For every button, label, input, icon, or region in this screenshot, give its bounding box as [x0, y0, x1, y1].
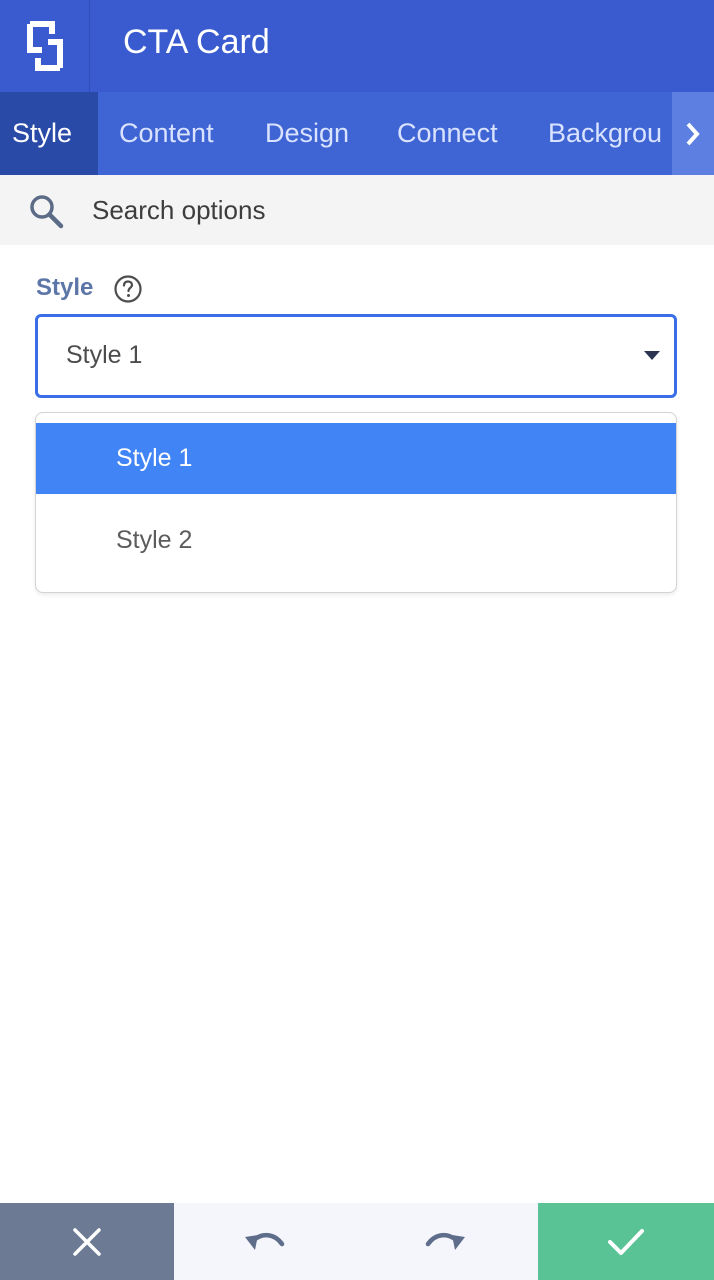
- cancel-button[interactable]: [0, 1203, 174, 1280]
- close-icon: [73, 1227, 101, 1256]
- search-bar: [0, 175, 714, 245]
- check-icon: [608, 1228, 644, 1255]
- search-input[interactable]: [92, 190, 652, 230]
- action-bar: [0, 1203, 714, 1280]
- dropdown-option-style-2[interactable]: Style 2: [36, 505, 676, 576]
- undo-icon: [245, 1232, 285, 1250]
- settings-tabs: Style Content Design Connect Backgrou: [0, 92, 714, 175]
- logo[interactable]: [0, 0, 90, 92]
- redo-button[interactable]: [354, 1203, 538, 1280]
- style-select-value: Style 1: [66, 341, 143, 369]
- tab-connect[interactable]: Connect: [397, 92, 498, 175]
- undo-button[interactable]: [174, 1203, 354, 1280]
- tab-style[interactable]: Style: [0, 92, 98, 175]
- chevron-right-icon: [686, 122, 700, 145]
- save-button[interactable]: [538, 1203, 714, 1280]
- caret-down-icon: [644, 351, 660, 360]
- redo-icon: [425, 1232, 465, 1250]
- divi-logo-icon: [26, 21, 63, 71]
- tab-content[interactable]: Content: [119, 92, 214, 175]
- style-select[interactable]: Style 1: [35, 314, 677, 398]
- module-title: CTA Card: [123, 23, 270, 61]
- style-field-label: Style: [36, 274, 94, 301]
- tabs-scroll-right-button[interactable]: [672, 92, 714, 175]
- question-circle-icon[interactable]: [113, 274, 143, 304]
- tab-background[interactable]: Backgrou: [548, 92, 672, 175]
- app-header: CTA Card: [0, 0, 714, 92]
- search-icon: [30, 195, 64, 229]
- tab-design[interactable]: Design: [265, 92, 349, 175]
- dropdown-option-style-1[interactable]: Style 1: [36, 423, 676, 494]
- style-dropdown-menu: Style 1 Style 2: [35, 412, 677, 593]
